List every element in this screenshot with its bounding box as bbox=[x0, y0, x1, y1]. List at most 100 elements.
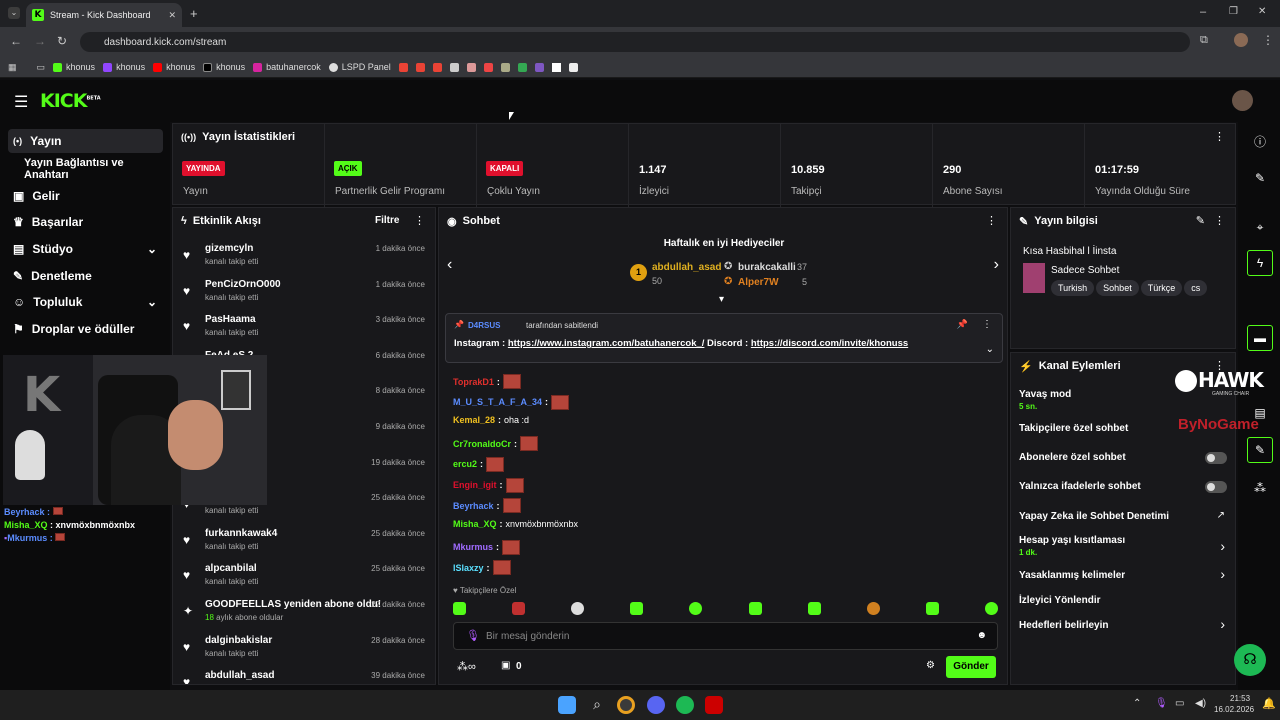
bookmark-game-icon[interactable] bbox=[500, 62, 510, 72]
sidebar-item-droplar[interactable]: ⚑ Droplar ve ödüller bbox=[8, 317, 163, 341]
chat-message[interactable]: Engin_igit: bbox=[453, 477, 524, 493]
sidebar-item-basarilar[interactable]: ♛ Başarılar bbox=[8, 210, 163, 234]
event-item[interactable]: ✦ GOODFEELLAS yeniden abone oldu! 18 aylık… bbox=[173, 594, 435, 630]
emote-icon[interactable] bbox=[925, 602, 939, 615]
extensions-icon[interactable]: ⧉ bbox=[1200, 34, 1208, 47]
tray-arrow-icon[interactable]: ⌃ bbox=[1133, 698, 1141, 709]
minimize-icon[interactable]: – bbox=[1200, 6, 1206, 18]
unpin-icon[interactable]: 📌 bbox=[957, 319, 968, 330]
sidebar-item-topluluk[interactable]: ☺ Topluluk ⌄ bbox=[8, 290, 163, 314]
tag-chip[interactable]: cs bbox=[1184, 280, 1208, 296]
nodes-icon[interactable]: ⁂ bbox=[1247, 475, 1273, 501]
external-link-icon[interactable]: ↗ bbox=[1217, 510, 1225, 521]
action-subs-only[interactable]: Abonelere özel sohbet bbox=[1019, 452, 1231, 463]
pencil-icon[interactable]: ✎ bbox=[1247, 165, 1273, 191]
sidebar-item-denetleme[interactable]: ✎ Denetleme bbox=[8, 264, 163, 288]
wrench-icon[interactable]: ✎ bbox=[1247, 437, 1273, 463]
more-options-icon[interactable]: ⋮ bbox=[414, 214, 425, 227]
chevron-right-icon[interactable]: › bbox=[1220, 538, 1225, 554]
notification-bell-icon[interactable]: 🔔 bbox=[1262, 697, 1276, 710]
tab-active[interactable]: K Stream - Kick Dashboard ✕ bbox=[26, 3, 182, 27]
filter-button[interactable]: Filtre bbox=[375, 215, 399, 226]
chevron-right-icon[interactable]: › bbox=[994, 256, 999, 274]
discord-taskbar-icon[interactable] bbox=[647, 696, 665, 714]
emote-icon[interactable] bbox=[866, 602, 880, 615]
apps-icon[interactable]: ▦ bbox=[8, 62, 17, 73]
emoji-icon[interactable]: ☻ bbox=[976, 630, 987, 641]
microphone-icon[interactable]: 🎙 bbox=[466, 629, 480, 642]
chevron-down-icon[interactable]: ⌄ bbox=[986, 344, 994, 355]
close-tab-icon[interactable]: ✕ bbox=[168, 10, 176, 21]
bookmark-twitch[interactable]: khonus bbox=[103, 62, 145, 72]
action-account-age[interactable]: Hesap yaşı kısıtlaması 1 dk. bbox=[1019, 535, 1231, 557]
chat-username[interactable]: Beyrhack bbox=[453, 501, 494, 511]
bookmark-game-icon[interactable] bbox=[483, 62, 493, 72]
chat-message[interactable]: Misha_XQ: xnvmöxbnmöxnbx bbox=[453, 519, 578, 529]
bookmark-gmail-icon[interactable] bbox=[398, 62, 408, 72]
emote-icon[interactable] bbox=[512, 602, 526, 615]
chat-message[interactable]: Cr7ronaldoCr: bbox=[453, 436, 539, 452]
chat-username[interactable]: M_U_S_T_A_F_A_34 bbox=[453, 397, 542, 407]
app-taskbar-icon[interactable] bbox=[705, 696, 723, 714]
event-item[interactable]: ♥ alpcanbilal kanalı takip etti 25 dakika ö… bbox=[173, 558, 435, 594]
kick-logo[interactable]: KICKBETA bbox=[40, 90, 101, 112]
emote-icon[interactable] bbox=[984, 602, 998, 615]
event-item[interactable]: ♥ dalginbakislar kanalı takip etti 28 dakik… bbox=[173, 630, 435, 666]
tray-volume-icon[interactable]: ◀) bbox=[1195, 698, 1206, 709]
action-emote-only[interactable]: Yalnızca ifadelerle sohbet bbox=[1019, 481, 1231, 492]
sidebar-item-studyo[interactable]: ▤ Stüdyo ⌄ bbox=[8, 237, 163, 261]
tag-chip[interactable]: Türkçe bbox=[1140, 280, 1183, 296]
search-icon[interactable]: ⌕ bbox=[588, 696, 606, 714]
event-item[interactable]: ♥ gizemcyln kanalı takip etti 1 dakika önce bbox=[173, 238, 435, 274]
chat-username[interactable]: ercu2 bbox=[453, 459, 477, 469]
spotify-taskbar-icon[interactable] bbox=[676, 696, 694, 714]
chat-message[interactable]: Mkurmus: bbox=[453, 539, 521, 555]
store-icon[interactable]: ▣ bbox=[501, 660, 510, 671]
bookmark-instagram[interactable]: batuhanercok bbox=[253, 62, 321, 72]
bookmark-lspd[interactable]: LSPD Panel bbox=[328, 62, 391, 72]
points-icon[interactable]: ⁂∞ bbox=[457, 660, 476, 673]
folder-icon[interactable]: ▭ bbox=[37, 62, 46, 73]
chevron-right-icon[interactable]: › bbox=[1220, 616, 1225, 632]
emote-icon[interactable] bbox=[807, 602, 821, 615]
chat-message[interactable]: lSlaxzy: bbox=[453, 560, 511, 576]
chat-username[interactable]: lSlaxzy bbox=[453, 563, 484, 573]
emote-icon[interactable] bbox=[571, 602, 585, 615]
emote-icon[interactable] bbox=[630, 602, 644, 615]
action-slow-mode[interactable]: Yavaş mod 5 sn. bbox=[1019, 389, 1231, 411]
maximize-icon[interactable]: ❐ bbox=[1229, 6, 1238, 17]
emote-icon[interactable] bbox=[453, 602, 466, 615]
event-item[interactable]: ♥ PenCizOrnO000 kanalı takip etti 1 dakika … bbox=[173, 274, 435, 310]
support-headset-icon[interactable]: ☊ bbox=[1234, 644, 1266, 676]
chat-username[interactable]: Mkurmus bbox=[453, 542, 493, 552]
window-close-icon[interactable]: ✕ bbox=[1258, 6, 1266, 17]
hamburger-menu-icon[interactable]: ☰ bbox=[14, 92, 28, 112]
bookmark-gmail-icon[interactable] bbox=[415, 62, 425, 72]
send-button[interactable]: Gönder bbox=[946, 656, 996, 678]
discord-link[interactable]: https://discord.com/invite/khonuss bbox=[751, 338, 908, 349]
settings-gear-icon[interactable]: ⚙ bbox=[926, 660, 935, 671]
bookmark-notion-icon[interactable] bbox=[568, 62, 578, 72]
bookmark-doc-icon[interactable] bbox=[449, 62, 459, 72]
more-options-icon[interactable]: ⋮ bbox=[986, 214, 997, 227]
sidebar-item-stream-key[interactable]: Yayın Bağlantısı ve Anahtarı bbox=[8, 157, 163, 181]
more-options-icon[interactable]: ⋮ bbox=[982, 319, 992, 330]
chat-icon[interactable]: ▬ bbox=[1247, 325, 1273, 351]
chat-username[interactable]: Engin_igit bbox=[453, 480, 497, 490]
chat-message[interactable]: Kemal_28: oha :d bbox=[453, 415, 529, 425]
tab-search-icon[interactable]: ⌄ bbox=[8, 7, 20, 19]
tag-chip[interactable]: Turkish bbox=[1051, 280, 1095, 296]
emote-only-toggle[interactable] bbox=[1205, 481, 1227, 493]
sidebar-item-yayin[interactable]: (•) Yayın bbox=[8, 129, 163, 153]
event-item[interactable]: ♥ furkannkawak4 kanalı takip etti 25 dakika… bbox=[173, 523, 435, 559]
edit-pencil-icon[interactable]: ✎ bbox=[1196, 214, 1205, 227]
user-avatar[interactable] bbox=[1232, 90, 1253, 111]
chat-message[interactable]: ToprakD1: bbox=[453, 374, 521, 389]
emote-icon[interactable] bbox=[748, 602, 762, 615]
tray-network-icon[interactable]: ▭ bbox=[1175, 698, 1184, 709]
sidebar-item-gelir[interactable]: ▣ Gelir bbox=[8, 184, 163, 208]
new-tab-icon[interactable]: + bbox=[190, 6, 198, 21]
chat-message[interactable]: M_U_S_T_A_F_A_34: bbox=[453, 394, 570, 410]
event-item[interactable]: ♥ abdullah_asad 39 dakika önce bbox=[173, 665, 435, 684]
chat-username[interactable]: Kemal_28 bbox=[453, 415, 495, 425]
